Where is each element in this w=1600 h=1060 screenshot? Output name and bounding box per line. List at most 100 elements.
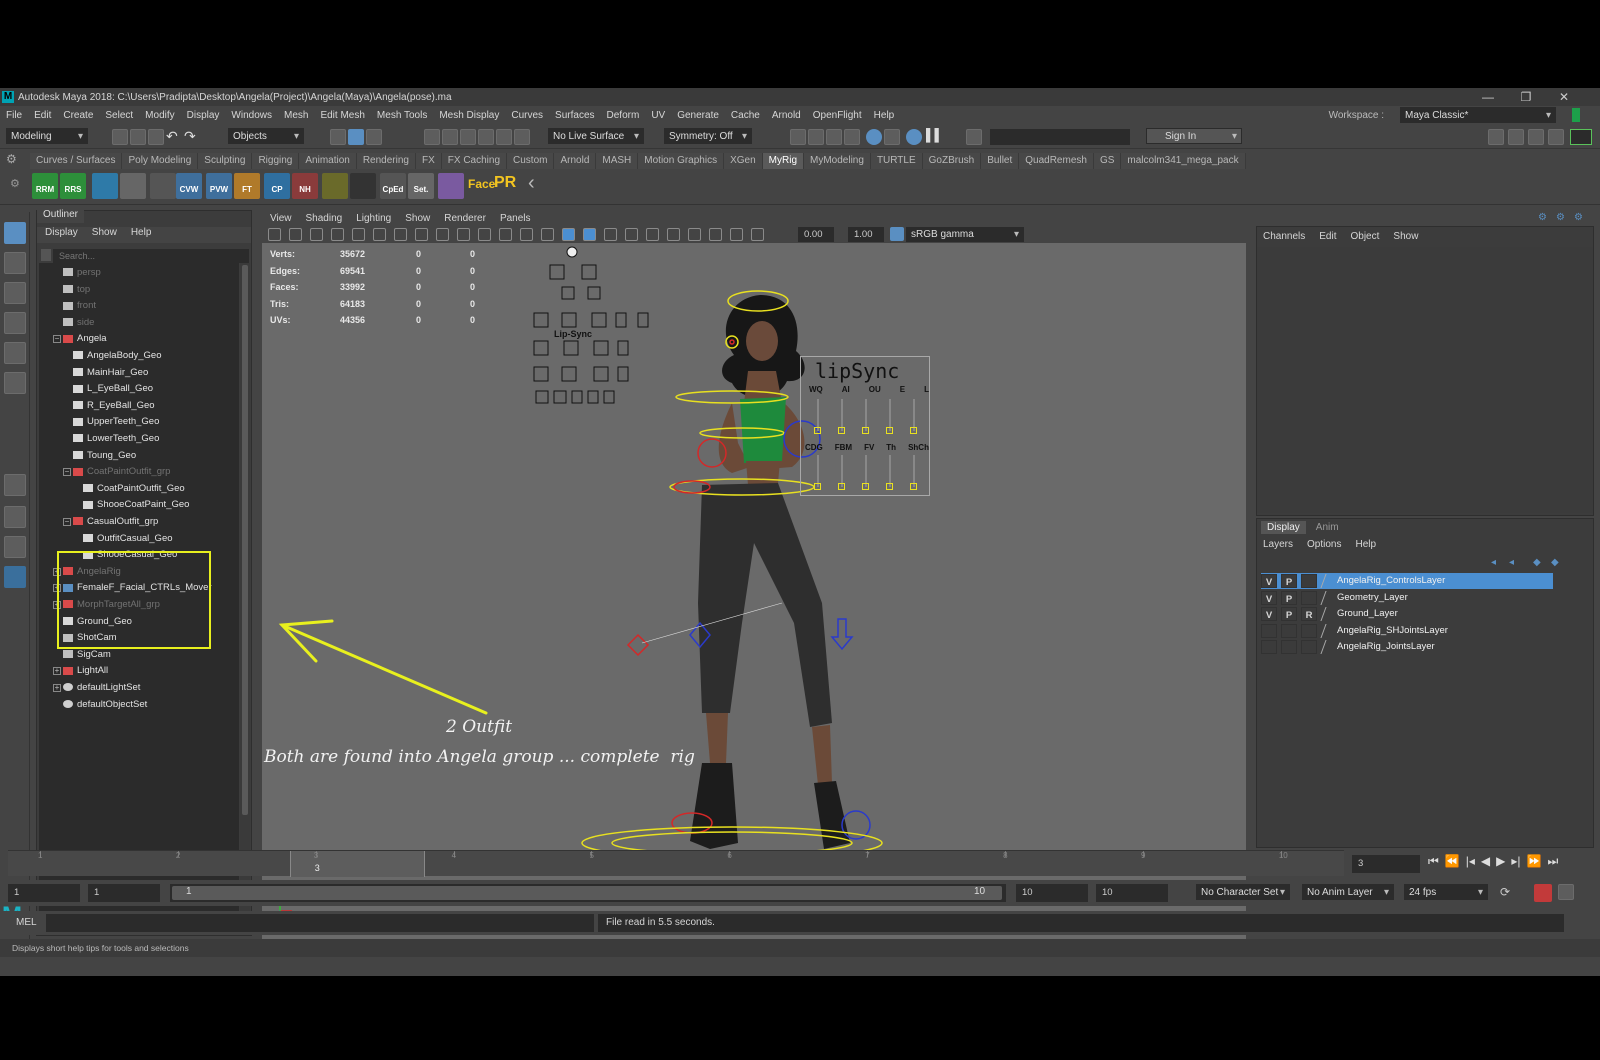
layer-playback-toggle[interactable]: P: [1281, 607, 1297, 622]
lipsync-slider-handle[interactable]: [886, 427, 893, 434]
outliner-item[interactable]: top: [63, 282, 90, 298]
shelf-button-tool-14[interactable]: [438, 173, 464, 199]
rig-picker-cheek-l[interactable]: [533, 312, 549, 328]
layer-menu-layers[interactable]: Layers: [1263, 539, 1293, 550]
layer-playback-toggle[interactable]: [1281, 640, 1297, 655]
shelf-tab-fx-caching[interactable]: FX Caching: [441, 153, 508, 169]
lipsync-slider-handle[interactable]: [862, 483, 869, 490]
outliner-item[interactable]: − Angela: [53, 331, 107, 347]
shelf-tab-arnold[interactable]: Arnold: [554, 153, 597, 169]
bookmark-icon[interactable]: [310, 228, 323, 241]
shelf-tab-mymodeling[interactable]: MyModeling: [804, 153, 871, 169]
layer-menu-help[interactable]: Help: [1355, 539, 1376, 550]
move-layer-down-icon[interactable]: ◂: [1509, 557, 1525, 573]
rig-picker-extra-3[interactable]: [571, 390, 583, 404]
menu-help[interactable]: Help: [874, 110, 895, 121]
new-layer-icon[interactable]: ◆: [1533, 557, 1549, 573]
mel-command-input[interactable]: [46, 914, 594, 932]
shelf-tab-fx[interactable]: FX: [415, 153, 442, 169]
shelf-button-tool-3[interactable]: [120, 173, 146, 199]
rig-picker-chin-r[interactable]: [593, 366, 609, 382]
shelf-tab-rendering[interactable]: Rendering: [356, 153, 416, 169]
layer-visibility-toggle[interactable]: V: [1261, 590, 1277, 605]
layer-display-type-toggle[interactable]: [1301, 623, 1317, 638]
resolution-gate-icon[interactable]: [394, 228, 407, 241]
shelf-button-ft[interactable]: FT: [234, 173, 260, 199]
layer-visibility-toggle[interactable]: V: [1261, 574, 1277, 588]
rig-picker-mouth-r[interactable]: [593, 340, 609, 356]
search-toggle-icon[interactable]: [41, 249, 51, 261]
rig-picker-eye-r[interactable]: [587, 286, 601, 300]
layer-row[interactable]: AngelaRig_SHJointsLayer: [1261, 623, 1553, 639]
shelf-button-cped[interactable]: CpEd: [380, 173, 406, 199]
outliner-item[interactable]: L_EyeBall_Geo: [73, 381, 153, 397]
symmetry-dropdown[interactable]: Symmetry: Off: [664, 128, 752, 144]
shelf-tab-quadremesh[interactable]: QuadRemesh: [1019, 153, 1094, 169]
shelf-tab-custom[interactable]: Custom: [507, 153, 555, 169]
rig-picker-brow-l[interactable]: [549, 264, 565, 280]
range-slider-handle[interactable]: [172, 886, 1002, 900]
shelf-tab-sculpting[interactable]: Sculpting: [198, 153, 253, 169]
select-tool-icon[interactable]: [4, 222, 26, 244]
step-back-key-icon[interactable]: ⏪: [1445, 854, 1460, 872]
collapse-icon[interactable]: −: [63, 468, 71, 477]
ipr-render-icon[interactable]: [826, 129, 842, 145]
foot-roll-control[interactable]: [830, 618, 854, 651]
menu-file[interactable]: File: [6, 110, 22, 121]
scale-tool-icon[interactable]: [4, 372, 26, 394]
viewport-menu-renderer[interactable]: Renderer: [444, 213, 486, 224]
motion-blur-icon[interactable]: [646, 228, 659, 241]
outliner-item[interactable]: defaultObjectSet: [63, 697, 147, 713]
outliner-item[interactable]: − CoatPaintOutfit_grp: [63, 464, 170, 480]
shelf-button-tool-11[interactable]: [350, 173, 376, 199]
anim-layer-dropdown[interactable]: No Anim Layer: [1302, 884, 1394, 900]
shelf-button-cvw[interactable]: CVW: [176, 173, 202, 199]
menu-modify[interactable]: Modify: [145, 110, 174, 121]
menu-cache[interactable]: Cache: [731, 110, 760, 121]
sign-in-button[interactable]: Sign In: [1146, 128, 1242, 144]
knee-pole-control-r[interactable]: [626, 633, 650, 657]
rig-picker-nose[interactable]: [561, 312, 577, 328]
outliner-item[interactable]: − CasualOutfit_grp: [63, 514, 158, 530]
layer-color-swatch[interactable]: [1320, 574, 1336, 588]
layer-display-type-toggle[interactable]: [1301, 574, 1317, 588]
lipsync-slider-handle[interactable]: [862, 427, 869, 434]
shelf-tab-xgen[interactable]: XGen: [724, 153, 763, 169]
end-time-field[interactable]: 10: [1096, 884, 1168, 902]
outliner-item[interactable]: OutfitCasual_Geo: [83, 531, 173, 547]
arnold-render-icon[interactable]: [884, 129, 900, 145]
outliner-item[interactable]: persp: [63, 265, 101, 281]
shelf-button-cp[interactable]: CP: [264, 173, 290, 199]
face-shelf-button[interactable]: Face: [468, 177, 495, 191]
render-view-icon[interactable]: [808, 129, 824, 145]
shelf-tab-poly-modeling[interactable]: Poly Modeling: [122, 153, 199, 169]
rig-picker-root-control[interactable]: [566, 246, 578, 258]
move-layer-up-icon[interactable]: ◂: [1491, 557, 1507, 573]
menu-set-dropdown[interactable]: Modeling: [6, 128, 88, 144]
shelf-tab-motion-graphics[interactable]: Motion Graphics: [638, 153, 725, 169]
layer-playback-toggle[interactable]: P: [1281, 574, 1297, 588]
shelf-button-tool-4[interactable]: [150, 173, 176, 199]
shelf-tab-animation[interactable]: Animation: [299, 153, 357, 169]
panel-toggle-icon[interactable]: [1570, 129, 1592, 145]
single-perspective-layout-icon[interactable]: [4, 474, 26, 496]
menu-curves[interactable]: Curves: [511, 110, 543, 121]
menu-edit-mesh[interactable]: Edit Mesh: [320, 110, 364, 121]
wireframe-icon[interactable]: [499, 228, 512, 241]
smooth-shade-icon[interactable]: [520, 228, 533, 241]
xray-icon[interactable]: [709, 228, 722, 241]
rotate-tool-icon[interactable]: [4, 342, 26, 364]
selection-mode-dropdown[interactable]: Objects: [228, 128, 304, 144]
undo-icon[interactable]: ↶: [166, 128, 182, 144]
hypershade-icon[interactable]: [866, 129, 882, 145]
xray-components-icon[interactable]: [751, 228, 764, 241]
new-scene-icon[interactable]: [112, 129, 128, 145]
outliner-item[interactable]: front: [63, 298, 96, 314]
menu-surfaces[interactable]: Surfaces: [555, 110, 594, 121]
viewport-menu-show[interactable]: Show: [405, 213, 430, 224]
layer-visibility-toggle[interactable]: [1261, 623, 1277, 638]
attribute-editor-toggle-icon[interactable]: ⚙: [1556, 212, 1565, 223]
tool-settings-toggle-icon[interactable]: ⚙: [1574, 212, 1583, 223]
rig-picker-lip-l[interactable]: [617, 366, 629, 382]
layer-display-type-toggle[interactable]: [1301, 640, 1317, 655]
